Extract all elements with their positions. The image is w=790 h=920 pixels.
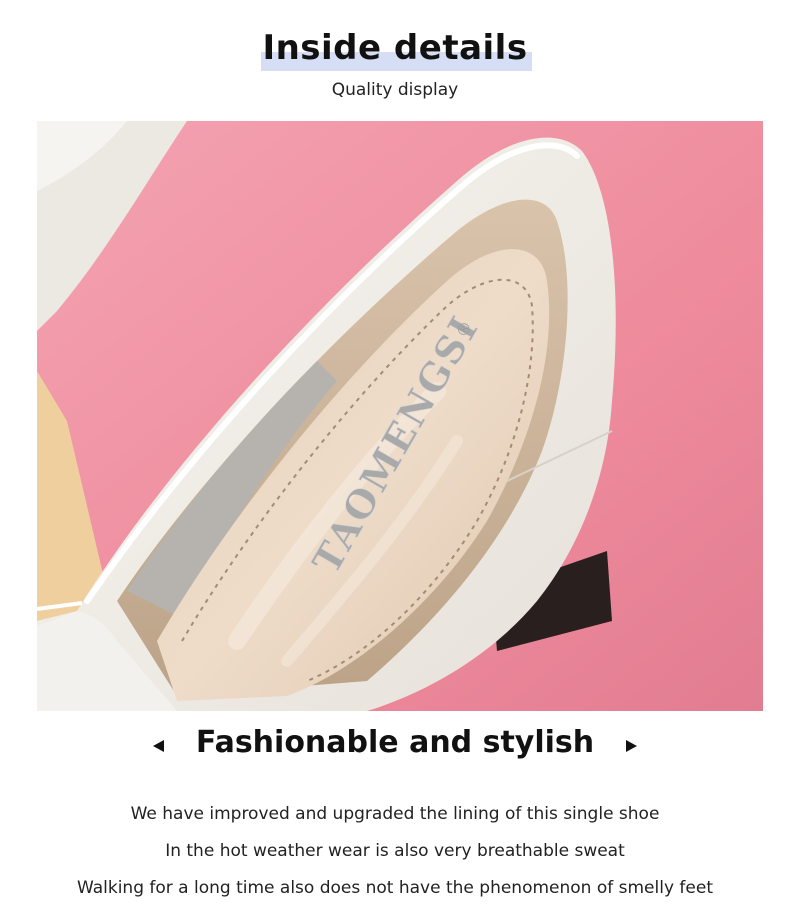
feature-description-line: We have improved and upgraded the lining… [130, 804, 660, 824]
section-title-block: Inside details [0, 22, 790, 82]
feature-heading: Fashionable and stylish [195, 725, 595, 760]
feature-description-line: Walking for a long time also does not ha… [77, 878, 713, 898]
product-photo: TAOMENGSI ® [37, 121, 763, 711]
triangle-right-icon [626, 740, 637, 752]
page-subtitle: Quality display [331, 80, 459, 100]
page-title: Inside details [262, 28, 528, 68]
feature-heading-block: Fashionable and stylish [0, 725, 790, 769]
shoe-insole-illustration: TAOMENGSI ® [37, 121, 763, 711]
feature-description-line: In the hot weather wear is also very bre… [165, 841, 625, 861]
